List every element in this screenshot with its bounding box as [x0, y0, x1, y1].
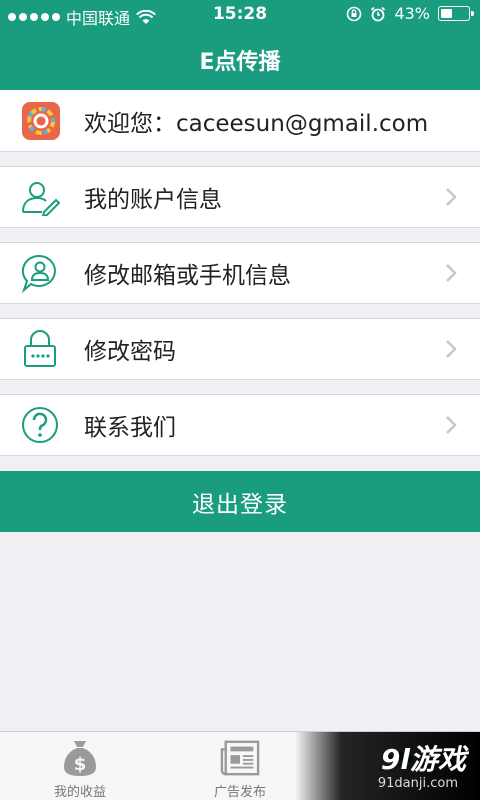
nav-bar: E点传播 — [0, 30, 480, 90]
app-logo-icon — [27, 106, 55, 135]
question-icon — [20, 405, 60, 445]
chat-user-icon — [20, 253, 60, 293]
watermark: 9l游戏 91danji.com — [295, 732, 480, 800]
newspaper-icon — [220, 738, 260, 778]
menu-item-change-email-phone[interactable]: 修改邮箱或手机信息 — [0, 242, 480, 304]
rotation-lock-icon — [347, 6, 362, 21]
chevron-right-icon — [446, 416, 457, 434]
menu-item-account-info[interactable]: 我的账户信息 — [0, 166, 480, 228]
page-title: E点传播 — [199, 50, 281, 75]
status-right: 43% — [346, 4, 474, 23]
watermark-url: 91danji.com — [377, 776, 458, 791]
battery-fill — [441, 9, 453, 18]
battery-icon — [438, 6, 474, 21]
menu-label-change-email-phone: 修改邮箱或手机信息 — [84, 263, 291, 289]
user-edit-icon — [20, 177, 60, 217]
menu-item-contact-us[interactable]: 联系我们 — [0, 394, 480, 456]
svg-text:$: $ — [74, 754, 87, 775]
lock-icon — [20, 329, 60, 369]
battery-percent: 43% — [394, 4, 430, 23]
welcome-text: 欢迎您：caceesun@gmail.com — [84, 110, 429, 137]
status-bar: 中国联通 15:28 43% — [0, 0, 480, 30]
menu-label-account-info: 我的账户信息 — [84, 187, 222, 213]
menu-item-change-password[interactable]: 修改密码 — [0, 318, 480, 380]
app-logo — [22, 101, 60, 140]
chevron-right-icon — [446, 188, 457, 206]
tab-my-earnings[interactable]: $ 我的收益 — [0, 732, 160, 800]
watermark-logo: 9l游戏 — [380, 743, 466, 776]
tab-label-ad-publish: 广告发布 — [213, 785, 266, 800]
menu-label-contact-us: 联系我们 — [84, 415, 176, 441]
chevron-right-icon — [446, 264, 457, 282]
menu-label-change-password: 修改密码 — [84, 339, 176, 365]
money-bag-icon: $ — [60, 738, 100, 778]
chevron-right-icon — [446, 340, 457, 358]
alarm-icon — [371, 6, 386, 21]
welcome-row: 欢迎您：caceesun@gmail.com — [0, 90, 480, 152]
tab-label-my-earnings: 我的收益 — [53, 785, 106, 800]
logout-button[interactable]: 退出登录 — [0, 471, 480, 532]
logout-label: 退出登录 — [192, 491, 288, 518]
